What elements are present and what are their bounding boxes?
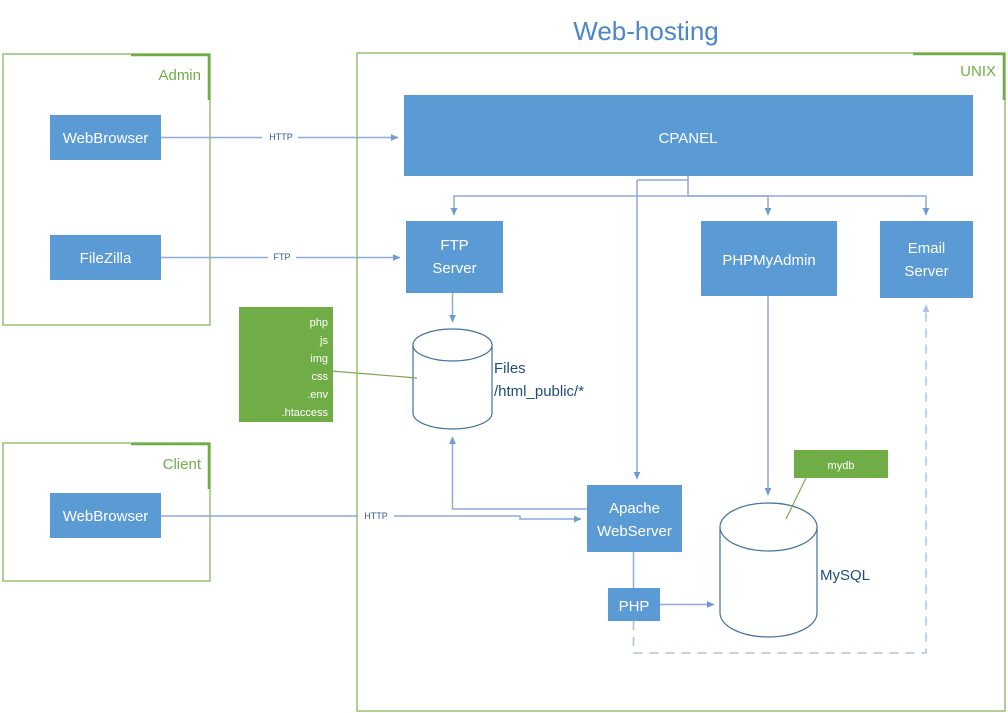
node-cpanel[interactable]: CPANEL (404, 95, 973, 176)
datastore-mysql-label: MySQL (820, 567, 870, 584)
node-ftp-server[interactable]: FTP Server (406, 221, 503, 293)
note-filetypes-item-3: css (312, 371, 329, 383)
edge-apache-to-files (449, 436, 587, 510)
edge-label-admin-ftp: FTP (274, 252, 291, 262)
leader-line-filetypes (330, 370, 418, 379)
note-filetypes-item-4: .env (307, 389, 328, 401)
group-admin-label: Admin (158, 67, 201, 84)
node-email-server-label-line2: Server (904, 263, 948, 280)
group-unix-label: UNIX (960, 63, 996, 80)
group-admin: Admin (2, 53, 211, 326)
datastore-mysql-top[interactable] (719, 502, 818, 552)
node-ftp-server-label-line1: FTP (440, 237, 468, 254)
node-apache-webserver-box[interactable] (587, 485, 682, 552)
node-email-server[interactable]: Email Server (880, 221, 973, 298)
datastore-files-label-line1: Files (494, 360, 526, 377)
edge-cpanel-to-phpmyadmin (688, 195, 772, 216)
edge-cpanel-to-ftp (450, 175, 689, 216)
edge-label-admin-http: HTTP (269, 132, 293, 142)
group-client-label: Client (163, 456, 202, 473)
note-filetypes[interactable]: php js img css .env .htaccess (239, 307, 333, 422)
datastore-files-label-line2: /html_public/* (494, 383, 584, 400)
datastore-files[interactable]: Files /html_public/* (412, 328, 584, 430)
node-apache-label-line1: Apache (609, 500, 660, 517)
note-mydb-label: mydb (828, 460, 855, 472)
edge-label-client-http: HTTP (364, 511, 388, 521)
node-cpanel-label: CPANEL (659, 130, 718, 147)
node-php-label: PHP (619, 598, 650, 615)
note-filetypes-item-2: img (310, 353, 328, 365)
group-admin-border (2, 53, 211, 326)
node-apache-webserver[interactable]: Apache WebServer (587, 485, 682, 552)
note-filetypes-item-0: php (310, 317, 328, 329)
note-filetypes-item-5: .htaccess (282, 407, 329, 419)
diagram-canvas: Web-hosting UNIX Admin Client HTTP FTP H… (0, 0, 1008, 713)
node-filezilla[interactable]: FileZilla (50, 235, 161, 280)
web-hosting-architecture-diagram: Web-hosting UNIX Admin Client HTTP FTP H… (2, 16, 1006, 712)
node-filezilla-label: FileZilla (80, 250, 132, 267)
node-client-webbrowser-label: WebBrowser (63, 508, 149, 525)
edge-cpanel-to-email-server (688, 195, 930, 216)
node-admin-webbrowser[interactable]: WebBrowser (50, 115, 161, 160)
datastore-mysql[interactable]: MySQL (719, 502, 870, 638)
node-email-server-box[interactable] (880, 221, 973, 298)
node-apache-label-line2: WebServer (597, 523, 672, 540)
node-client-webbrowser[interactable]: WebBrowser (50, 493, 161, 538)
node-admin-webbrowser-label: WebBrowser (63, 130, 149, 147)
node-ftp-server-box[interactable] (406, 221, 503, 293)
node-ftp-server-label-line2: Server (432, 260, 476, 277)
node-phpmyadmin[interactable]: PHPMyAdmin (701, 221, 837, 296)
datastore-files-top[interactable] (412, 328, 493, 362)
node-phpmyadmin-label: PHPMyAdmin (722, 252, 815, 269)
diagram-title: Web-hosting (573, 16, 719, 46)
note-filetypes-item-1: js (319, 335, 328, 347)
node-email-server-label-line1: Email (908, 240, 946, 257)
note-mydb[interactable]: mydb (794, 450, 888, 478)
node-php[interactable]: PHP (608, 588, 660, 621)
